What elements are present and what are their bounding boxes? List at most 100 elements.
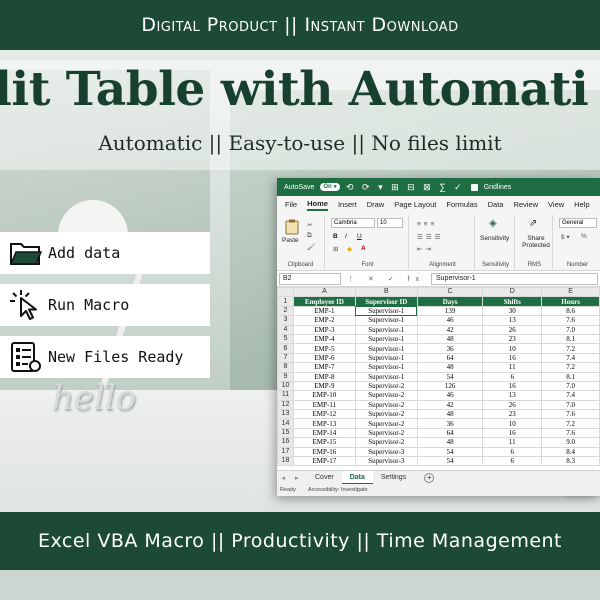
table-cell[interactable]: EMP-11 xyxy=(292,399,356,411)
table-cell[interactable]: EMP-2 xyxy=(292,315,356,326)
table-cell[interactable]: 13 xyxy=(482,390,543,401)
table-cell[interactable]: 8.1 xyxy=(541,333,600,345)
table-cell[interactable]: 10 xyxy=(482,418,543,429)
tab-formulas[interactable]: Formulas xyxy=(446,200,477,209)
table-cell[interactable]: 7.0 xyxy=(541,399,600,411)
table-cell[interactable]: 7.2 xyxy=(541,343,600,354)
table-cell[interactable]: Supervisor-1 xyxy=(354,315,418,326)
header-cell[interactable]: Shifts xyxy=(482,296,543,307)
table-cell[interactable]: 54 xyxy=(416,456,484,467)
cut-icon[interactable]: ✂ xyxy=(307,221,312,229)
row-header[interactable]: 4 xyxy=(277,324,294,335)
font-size-select[interactable]: 10 xyxy=(377,218,403,228)
number-format-select[interactable]: General xyxy=(559,218,597,228)
table-cell[interactable]: EMP-6 xyxy=(292,352,356,364)
table-cell[interactable]: Supervisor-2 xyxy=(354,380,418,392)
table-cell[interactable]: EMP-7 xyxy=(292,362,356,373)
row-header[interactable]: 9 xyxy=(277,371,294,382)
bold-button[interactable]: B xyxy=(333,233,338,240)
align-icons[interactable]: ≡≡≡ xyxy=(417,221,437,228)
table-cell[interactable]: 16 xyxy=(482,352,543,364)
row-header[interactable]: 17 xyxy=(277,446,294,458)
row-header[interactable]: 8 xyxy=(277,362,294,373)
table-cell[interactable]: 36 xyxy=(416,343,484,354)
table-cell[interactable]: EMP-3 xyxy=(292,324,356,335)
table-cell[interactable]: Supervisor-1 xyxy=(354,371,418,382)
table-cell[interactable]: 46 xyxy=(416,315,484,326)
table-cell[interactable]: Supervisor-2 xyxy=(354,427,418,439)
table-cell[interactable]: 16 xyxy=(482,380,543,392)
table-cell[interactable]: EMP-17 xyxy=(292,456,356,467)
borders-icon[interactable]: ⊞ xyxy=(333,245,338,253)
sheet-tab-settings[interactable]: Settings xyxy=(373,471,414,485)
table-cell[interactable]: 126 xyxy=(416,380,484,392)
table-cell[interactable]: 13 xyxy=(482,315,543,326)
table-cell[interactable]: 26 xyxy=(482,324,543,335)
table-cell[interactable]: 11 xyxy=(482,437,543,448)
table-cell[interactable]: EMP-12 xyxy=(292,409,356,420)
table-cell[interactable]: EMP-8 xyxy=(292,371,356,382)
format-painter-icon[interactable]: 🖌 xyxy=(307,243,315,251)
table-cell[interactable]: 7.2 xyxy=(541,418,600,429)
table-cell[interactable]: EMP-10 xyxy=(292,390,356,401)
tab-help[interactable]: Help xyxy=(574,200,589,209)
table-cell[interactable]: Supervisor-1 xyxy=(354,333,418,345)
table-cell[interactable]: 7.4 xyxy=(541,390,600,401)
row-header[interactable]: 5 xyxy=(277,333,294,345)
autosave-toggle[interactable]: On ● xyxy=(320,183,340,191)
table-cell[interactable]: Supervisor-2 xyxy=(354,409,418,420)
table-cell[interactable]: Supervisor-3 xyxy=(354,456,418,467)
column-header[interactable]: A xyxy=(292,286,356,298)
table-cell[interactable]: 7.6 xyxy=(541,315,600,326)
italic-button[interactable]: I xyxy=(345,233,347,240)
row-header[interactable]: 18 xyxy=(277,456,294,467)
table-cell[interactable]: 26 xyxy=(482,399,543,411)
table-cell[interactable]: EMP-13 xyxy=(292,418,356,429)
table-cell[interactable]: 64 xyxy=(416,352,484,364)
table-cell[interactable]: 8.3 xyxy=(541,456,600,467)
row-header[interactable]: 14 xyxy=(277,418,294,429)
column-header[interactable]: D xyxy=(482,286,543,298)
fill-color-icon[interactable]: ◆ xyxy=(347,245,352,253)
table-cell[interactable]: 64 xyxy=(416,427,484,439)
share-protected-icon[interactable]: ⇗ xyxy=(529,218,537,229)
column-header[interactable]: E xyxy=(541,286,600,298)
tab-home[interactable]: Home xyxy=(307,199,328,211)
table-cell[interactable]: Supervisor-1 xyxy=(354,343,418,354)
table-cell[interactable]: 48 xyxy=(416,437,484,448)
table-cell[interactable]: 30 xyxy=(482,305,543,317)
sheet-tab-data[interactable]: Data xyxy=(341,470,373,485)
row-header[interactable]: 1 xyxy=(277,296,294,307)
table-cell[interactable]: 42 xyxy=(416,399,484,411)
header-cell[interactable]: Days xyxy=(416,296,484,307)
indent-icons[interactable]: ⇤⇥ xyxy=(417,245,434,253)
select-all-corner[interactable] xyxy=(277,286,294,298)
table-cell[interactable]: 7.6 xyxy=(541,427,600,439)
column-header[interactable]: B xyxy=(354,286,418,298)
tab-draw[interactable]: Draw xyxy=(367,200,385,209)
copy-icon[interactable]: ⧉ xyxy=(307,232,312,240)
table-cell[interactable]: Supervisor-2 xyxy=(354,390,418,401)
sheet-tab-cover[interactable]: Cover xyxy=(307,471,342,485)
share-protected-button[interactable]: Share Protected xyxy=(520,235,552,249)
table-cell[interactable]: 8.4 xyxy=(541,446,600,458)
row-header[interactable]: 12 xyxy=(277,399,294,411)
formula-bar-icons[interactable]: ⋮ ✕ ✓ fx xyxy=(341,275,431,283)
table-cell[interactable]: 54 xyxy=(416,446,484,458)
paste-icon[interactable] xyxy=(285,219,299,235)
underline-button[interactable]: U xyxy=(357,233,362,240)
table-cell[interactable]: 10 xyxy=(482,343,543,354)
table-cell[interactable]: 6 xyxy=(482,371,543,382)
row-header[interactable]: 15 xyxy=(277,427,294,439)
table-cell[interactable]: Supervisor-1 xyxy=(354,324,418,335)
row-header[interactable]: 16 xyxy=(277,437,294,448)
font-name-select[interactable]: Cambria xyxy=(331,218,375,228)
table-cell[interactable]: EMP-4 xyxy=(292,333,356,345)
table-cell[interactable]: Supervisor-2 xyxy=(354,418,418,429)
table-cell[interactable]: Supervisor-1 xyxy=(354,352,418,364)
add-sheet-icon[interactable]: + xyxy=(424,472,435,483)
row-header[interactable]: 2 xyxy=(277,305,294,317)
quick-access-toolbar[interactable]: ⟲ ⟳ ▾ ⊞ ⊟ ⊠ ∑ ✓ xyxy=(346,182,465,193)
table-cell[interactable]: 23 xyxy=(482,409,543,420)
table-cell[interactable]: Supervisor-1 xyxy=(354,305,418,317)
